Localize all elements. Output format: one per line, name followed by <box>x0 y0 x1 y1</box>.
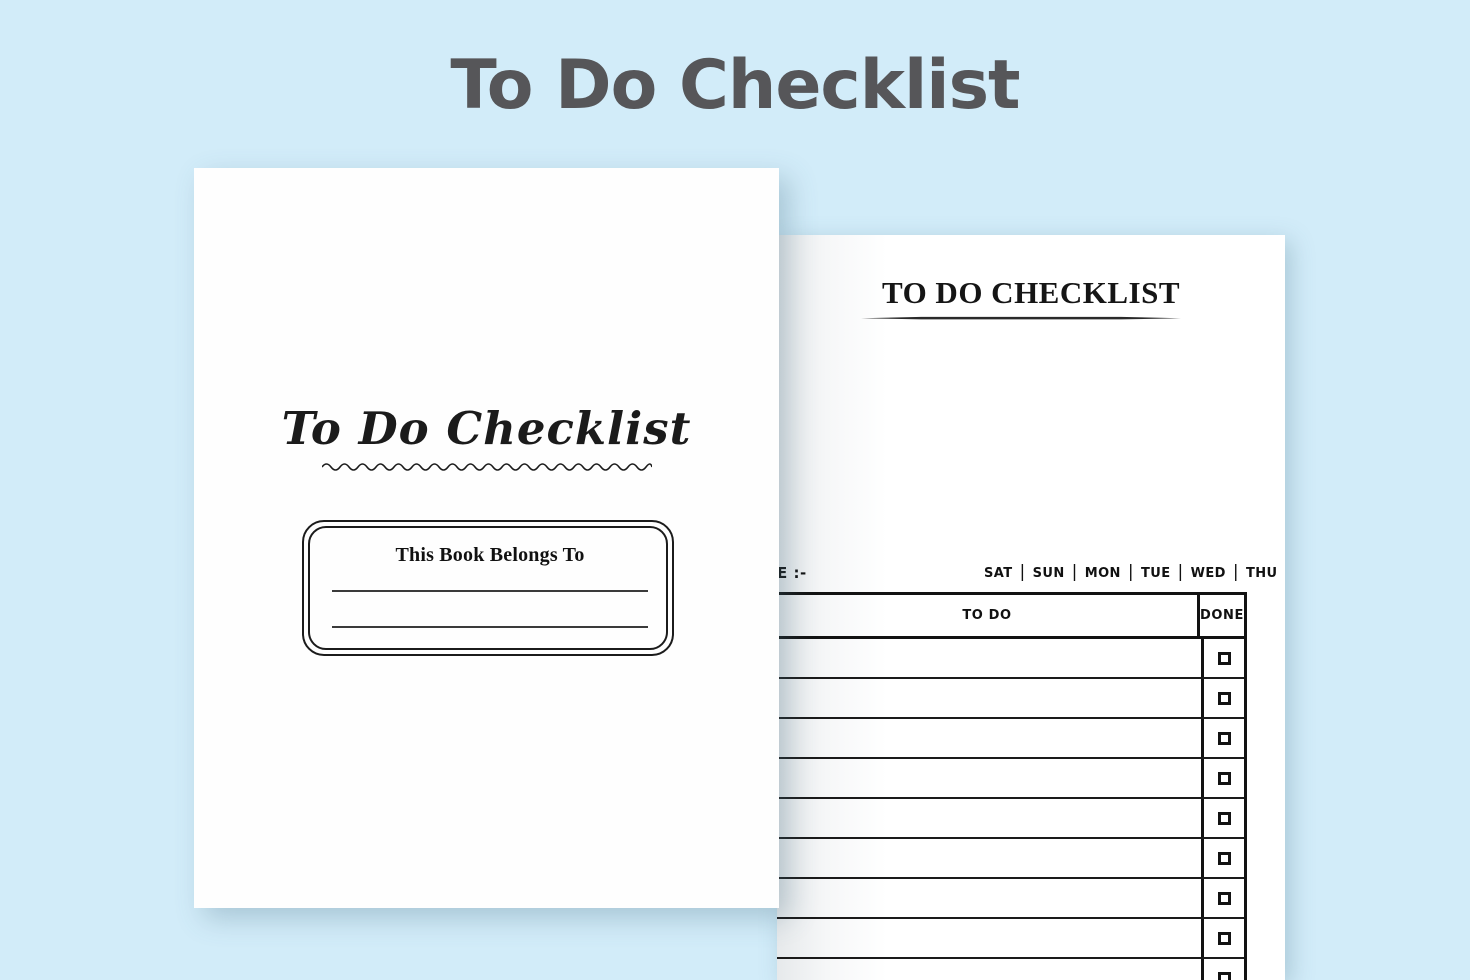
day-selector[interactable]: SAT | SUN | MON | TUE | WED | THU | FRI <box>977 562 1285 582</box>
done-checkbox-9[interactable] <box>1217 971 1231 980</box>
table-row <box>777 959 1244 980</box>
todo-input-8[interactable] <box>777 919 1204 957</box>
done-checkbox-3[interactable] <box>1217 731 1231 745</box>
cover-title: To Do Checklist <box>281 402 692 455</box>
todo-input-7[interactable] <box>777 879 1204 917</box>
day-mon[interactable]: MON <box>1078 566 1128 581</box>
done-cell-5 <box>1204 799 1244 837</box>
done-cell-9 <box>1204 959 1244 980</box>
day-sun[interactable]: SUN <box>1026 566 1072 581</box>
ownership-write-line-2[interactable] <box>332 626 648 628</box>
done-checkbox-2[interactable] <box>1217 691 1231 705</box>
table-body <box>777 639 1244 980</box>
interior-page: TO DO CHECKLIST E :- SAT | SUN | MON | T… <box>777 235 1285 980</box>
table-row <box>777 679 1244 719</box>
ownership-label: This Book Belongs To <box>395 544 585 566</box>
done-checkbox-7[interactable] <box>1217 891 1231 905</box>
todo-input-6[interactable] <box>777 839 1204 877</box>
column-header-done: DONE <box>1199 608 1244 623</box>
date-field-label: E :- <box>777 564 807 582</box>
todo-table: TO DO DONE <box>777 592 1247 980</box>
day-separator: | <box>1127 562 1134 582</box>
done-checkbox-5[interactable] <box>1217 811 1231 825</box>
page-title: To Do Checklist <box>450 46 1020 125</box>
day-wed[interactable]: WED <box>1184 566 1233 581</box>
day-separator: | <box>1019 562 1026 582</box>
todo-input-9[interactable] <box>777 959 1204 980</box>
done-checkbox-1[interactable] <box>1217 651 1231 665</box>
done-cell-3 <box>1204 719 1244 757</box>
ownership-box: This Book Belongs To <box>302 520 674 656</box>
title-underline-icon <box>861 316 1181 320</box>
done-checkbox-6[interactable] <box>1217 851 1231 865</box>
table-row <box>777 919 1244 959</box>
done-cell-2 <box>1204 679 1244 717</box>
todo-input-1[interactable] <box>777 639 1204 677</box>
todo-input-5[interactable] <box>777 799 1204 837</box>
done-cell-1 <box>1204 639 1244 677</box>
day-thu[interactable]: THU <box>1239 566 1285 581</box>
todo-input-4[interactable] <box>777 759 1204 797</box>
done-cell-8 <box>1204 919 1244 957</box>
done-cell-7 <box>1204 879 1244 917</box>
column-header-todo: TO DO <box>777 595 1200 636</box>
table-row <box>777 719 1244 759</box>
todo-input-2[interactable] <box>777 679 1204 717</box>
done-cell-4 <box>1204 759 1244 797</box>
poster-canvas: To Do Checklist TO DO CHECKLIST E :- SAT… <box>0 0 1470 980</box>
done-cell-6 <box>1204 839 1244 877</box>
day-separator: | <box>1177 562 1184 582</box>
day-tue[interactable]: TUE <box>1134 566 1178 581</box>
todo-input-3[interactable] <box>777 719 1204 757</box>
done-checkbox-4[interactable] <box>1217 771 1231 785</box>
table-row <box>777 759 1244 799</box>
cover-page: To Do Checklist This Book Belongs To <box>194 168 779 908</box>
table-row <box>777 839 1244 879</box>
wavy-divider-icon <box>322 463 652 471</box>
ownership-write-line-1[interactable] <box>332 590 648 592</box>
day-separator: | <box>1232 562 1239 582</box>
day-separator: | <box>1071 562 1078 582</box>
table-header-row: TO DO DONE <box>777 595 1244 639</box>
interior-title: TO DO CHECKLIST <box>881 275 1181 310</box>
done-checkbox-8[interactable] <box>1217 931 1231 945</box>
table-row <box>777 879 1244 919</box>
day-sat[interactable]: SAT <box>977 566 1019 581</box>
table-row <box>777 639 1244 679</box>
table-row <box>777 799 1244 839</box>
